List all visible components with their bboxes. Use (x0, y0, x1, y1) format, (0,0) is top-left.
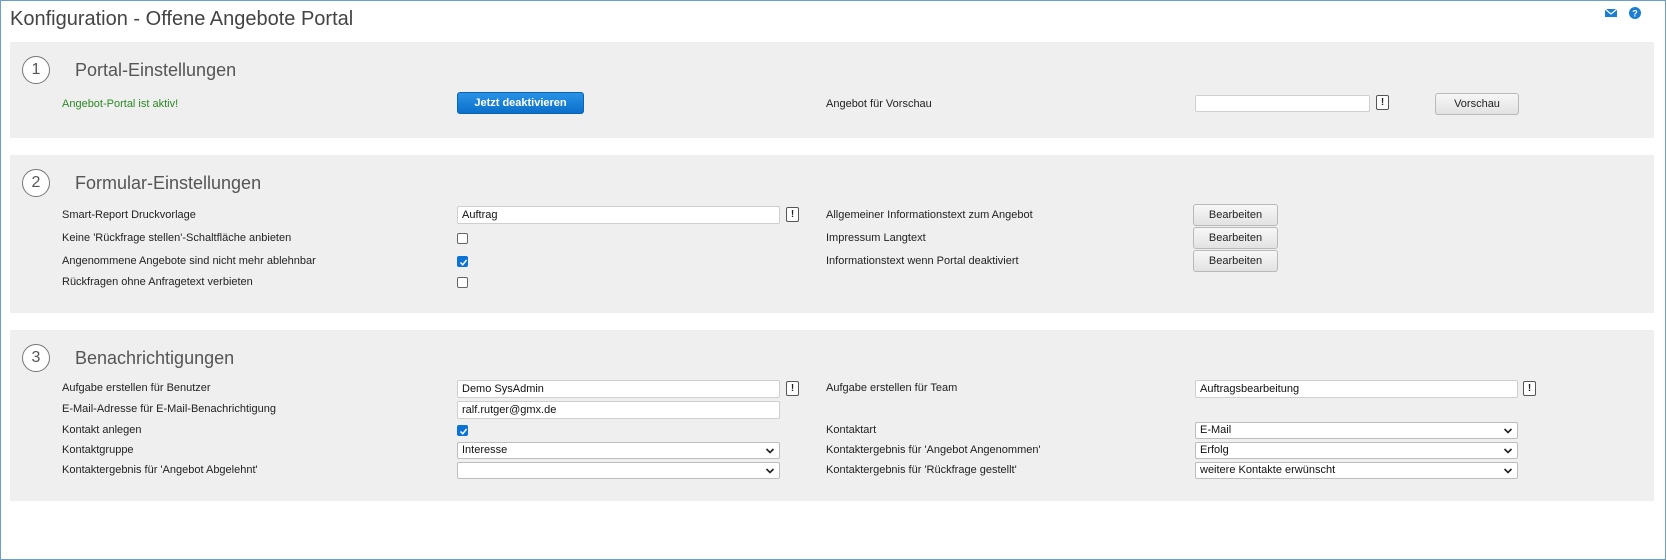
form-settings-panel: 2 Formular-Einstellungen Smart-Report Dr… (10, 155, 1654, 313)
report-template-picker[interactable]: ! (786, 207, 799, 222)
imprint-label: Impressum Langtext (826, 232, 926, 244)
step-number-1: 1 (22, 56, 50, 84)
result-rejected-label: Kontaktergebnis für 'Angebot Abgelehnt' (62, 464, 258, 476)
portal-settings-panel: 1 Portal-Einstellungen Angebot-Portal is… (10, 42, 1654, 138)
help-icon[interactable]: ? (1628, 6, 1642, 20)
task-team-label: Aufgabe erstellen für Team (826, 382, 958, 394)
edit-imprint-button[interactable]: Bearbeiten (1193, 227, 1278, 249)
contact-group-label: Kontaktgruppe (62, 444, 134, 456)
edit-disabled-text-button[interactable]: Bearbeiten (1193, 250, 1278, 272)
notifications-header: 3 Benachrichtigungen (22, 344, 234, 372)
result-accepted-value: Erfolg (1200, 444, 1229, 456)
chevron-down-icon (765, 468, 775, 474)
form-settings-title: Formular-Einstellungen (75, 172, 262, 193)
task-user-picker[interactable]: ! (786, 381, 799, 396)
preview-offer-input[interactable] (1195, 95, 1370, 112)
contact-type-select[interactable]: E-Mail (1195, 422, 1518, 439)
contact-group-value: Interesse (462, 444, 508, 456)
task-user-input[interactable] (457, 380, 780, 398)
chevron-down-icon (1503, 468, 1513, 474)
report-template-label: Smart-Report Druckvorlage (62, 209, 196, 221)
report-template-input[interactable] (457, 206, 780, 224)
portal-settings-title: Portal-Einstellungen (75, 59, 237, 80)
deactivate-button[interactable]: Jetzt deaktivieren (457, 92, 584, 114)
result-inquiry-value: weitere Kontakte erwünscht (1200, 464, 1336, 476)
notifications-panel: 3 Benachrichtigungen Aufgabe erstellen f… (10, 330, 1654, 501)
step-number-2: 2 (22, 169, 50, 197)
no-empty-inquiry-checkbox[interactable] (457, 277, 468, 288)
notification-email-label: E-Mail-Adresse für E-Mail-Benachrichtigu… (62, 403, 276, 415)
chevron-down-icon (1503, 428, 1513, 434)
result-accepted-select[interactable]: Erfolg (1195, 442, 1518, 459)
result-accepted-label: Kontaktergebnis für 'Angebot Angenommen' (826, 444, 1041, 456)
top-icons: ? (1604, 6, 1642, 20)
no-inquiry-button-label: Keine 'Rückfrage stellen'-Schaltfläche a… (62, 232, 292, 244)
chevron-down-icon (1503, 448, 1513, 454)
contact-type-value: E-Mail (1200, 424, 1232, 436)
step-number-3: 3 (22, 344, 50, 372)
task-team-picker[interactable]: ! (1523, 381, 1536, 396)
contact-type-label: Kontaktart (826, 424, 877, 436)
chevron-down-icon (765, 448, 775, 454)
no-empty-inquiry-label: Rückfragen ohne Anfragetext verbieten (62, 276, 253, 288)
info-text-label: Allgemeiner Informationstext zum Angebot (826, 209, 1033, 221)
mail-icon[interactable] (1604, 6, 1618, 20)
svg-text:?: ? (1632, 9, 1638, 19)
task-team-input[interactable] (1195, 380, 1518, 398)
notification-email-input[interactable] (457, 401, 780, 419)
accepted-not-rejectable-checkbox[interactable] (457, 256, 468, 267)
preview-offer-label: Angebot für Vorschau (826, 98, 932, 110)
portal-status-text: Angebot-Portal ist aktiv! (62, 98, 179, 110)
no-inquiry-button-checkbox[interactable] (457, 233, 468, 244)
form-settings-header: 2 Formular-Einstellungen (22, 169, 261, 197)
accepted-not-rejectable-label: Angenommene Angebote sind nicht mehr abl… (62, 255, 316, 267)
notifications-title: Benachrichtigungen (75, 347, 235, 368)
task-user-label: Aufgabe erstellen für Benutzer (62, 382, 211, 394)
edit-info-text-button[interactable]: Bearbeiten (1193, 204, 1278, 226)
contact-create-label: Kontakt anlegen (62, 424, 142, 436)
disabled-text-label: Informationstext wenn Portal deaktiviert (826, 255, 1019, 267)
result-inquiry-select[interactable]: weitere Kontakte erwünscht (1195, 462, 1518, 479)
page-title: Konfiguration - Offene Angebote Portal (10, 8, 354, 30)
contact-group-select[interactable]: Interesse (457, 442, 780, 459)
portal-settings-header: 1 Portal-Einstellungen (22, 56, 236, 84)
result-rejected-select[interactable] (457, 462, 780, 479)
contact-create-checkbox[interactable] (457, 425, 468, 436)
result-inquiry-label: Kontaktergebnis für 'Rückfrage gestellt' (826, 464, 1017, 476)
preview-button[interactable]: Vorschau (1435, 93, 1519, 115)
preview-offer-picker[interactable]: ! (1376, 95, 1389, 110)
